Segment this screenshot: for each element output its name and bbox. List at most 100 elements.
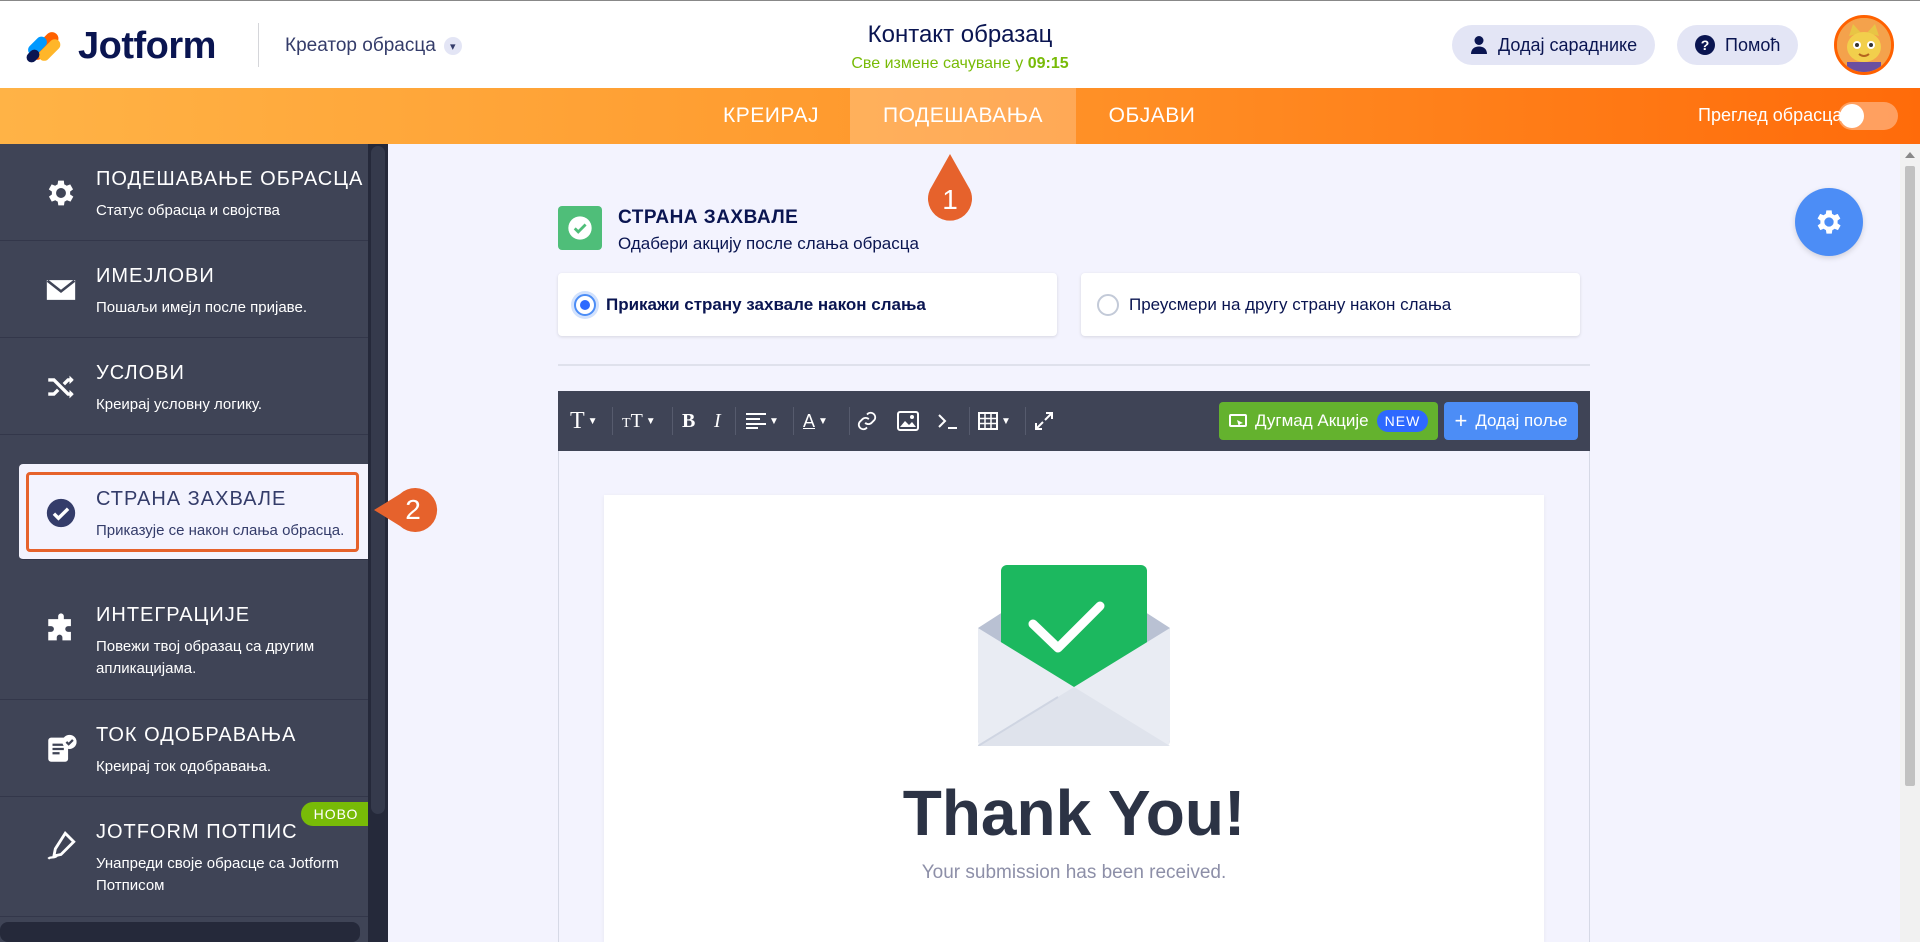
sidebar-item-title: ПОДЕШАВАЊЕ ОБРАСЦА (96, 168, 364, 190)
envelope-check-illustration (978, 565, 1170, 746)
jotform-logo[interactable]: Jotform (24, 25, 216, 68)
sidebar-scrollbar-thumb[interactable] (371, 146, 385, 814)
form-preview-label: Преглед обрасца (1698, 105, 1843, 125)
toolbar-separator (672, 407, 673, 435)
page-scrollbar-thumb[interactable] (1905, 166, 1915, 786)
cat-avatar-icon (1837, 18, 1891, 72)
page-scrollbar[interactable] (1900, 144, 1920, 942)
tab-create[interactable]: КРЕИРАЈ (710, 88, 832, 144)
form-creator-dropdown[interactable]: Креатор обрасца ▾ (285, 35, 462, 57)
chevron-down-icon: ▾ (443, 37, 462, 55)
add-field-label: Додај поље (1475, 411, 1568, 430)
callout-badge-1: 1 (942, 184, 958, 215)
caret-icon: ▼ (1001, 415, 1011, 427)
option-redirect-label: Преусмери на другу страну након слања (1129, 294, 1452, 314)
envelope-icon (46, 279, 76, 300)
font-size-icon: TT (622, 409, 643, 432)
toolbar-separator (969, 407, 970, 435)
new-badge: НОВО (301, 802, 371, 826)
logo-text: Jotform (78, 25, 216, 67)
thank-you-section-icon (558, 206, 602, 250)
sidebar-horizontal-scrollbar[interactable] (0, 922, 360, 942)
jotform-logo-icon (24, 27, 63, 67)
link-icon[interactable] (856, 408, 878, 434)
sidebar-item-title: ИНТЕГРАЦИЈЕ (96, 604, 251, 626)
sidebar-item-desc: Статус обрасца и својства (96, 202, 280, 219)
image-icon[interactable] (897, 408, 919, 434)
sidebar-item-title: УСЛОВИ (96, 362, 185, 384)
question-icon: ? (1695, 35, 1715, 55)
approval-icon (48, 734, 77, 762)
shuffle-icon (48, 375, 74, 399)
section-title: СТРАНА ЗАХВАЛЕ (618, 207, 799, 228)
action-button-icon (1229, 414, 1247, 427)
radio-selected[interactable] (574, 293, 596, 316)
radio-unselected[interactable] (1097, 293, 1119, 316)
sidebar-item-approval-flow[interactable]: ТОК ОДОБРАВАЊА Креирај ток одобравања. (0, 700, 368, 797)
bold-icon[interactable]: B (682, 408, 695, 434)
font-size-button[interactable]: TT ▼ (622, 408, 656, 434)
action-buttons-button[interactable]: Дугмад Акције NEW (1219, 402, 1439, 440)
avatar[interactable] (1834, 15, 1894, 75)
sidebar-item-integrations[interactable]: ИНТЕГРАЦИЈЕ Повежи твој образац са други… (0, 580, 368, 700)
settings-fab-button[interactable] (1795, 188, 1863, 256)
thank-you-message: Your submission has been received. (921, 862, 1227, 883)
option-redirect[interactable]: Преусмери на другу страну након слања (1081, 273, 1580, 336)
align-button[interactable]: ▼ (746, 408, 779, 434)
font-family-button[interactable]: T ▼ (570, 408, 598, 434)
caret-icon: ▼ (769, 415, 779, 427)
table-button[interactable]: ▼ (978, 408, 1011, 434)
sidebar-item-desc: Унапреди своје обрасце са Jotform Потпис… (96, 855, 339, 894)
scroll-up-arrow-icon[interactable] (1905, 152, 1915, 158)
top-header: Jotform Креатор обрасца ▾ Контакт образа… (0, 0, 1920, 88)
font-family-icon: T (570, 407, 585, 434)
sidebar-item-emails[interactable]: ИМЕЈЛОВИ Пошаљи имејл после пријаве. (0, 241, 368, 338)
align-left-icon (746, 413, 766, 429)
pen-icon (47, 830, 76, 860)
sidebar-item-title: JOTFORM ПОТПИС (96, 821, 298, 843)
tab-settings[interactable]: ПОДЕШАВАЊА (850, 88, 1076, 144)
option-show-label: Прикажи страну захвале након слања (606, 294, 926, 314)
caret-icon: ▼ (645, 415, 656, 427)
add-field-button[interactable]: + Додај поље (1444, 402, 1578, 440)
toolbar-separator (612, 407, 613, 435)
header-divider (258, 23, 259, 67)
sidebar-item-conditions[interactable]: УСЛОВИ Креирај условну логику. (0, 338, 368, 435)
help-button[interactable]: ? Помоћ (1677, 25, 1799, 65)
toolbar-separator (793, 407, 794, 435)
help-label: Помоћ (1725, 34, 1781, 55)
gear-icon (1817, 210, 1841, 234)
section-subtitle: Одабери акцију после слања обрасца (618, 234, 919, 253)
toggle-knob (1840, 104, 1864, 128)
italic-icon[interactable]: I (714, 408, 721, 434)
fullscreen-icon[interactable] (1034, 408, 1054, 434)
callout-badge-2: 2 (405, 494, 421, 525)
sidebar-item-desc: Пошаљи имејл после пријаве. (96, 299, 307, 316)
text-color-icon: A (803, 410, 816, 431)
save-status-time: 09:15 (1027, 55, 1069, 72)
toolbar-separator (735, 407, 736, 435)
thank-you-heading: Thank You! (902, 777, 1246, 849)
tab-publish[interactable]: ОБЈАВИ (1094, 88, 1210, 144)
puzzle-icon (48, 613, 71, 641)
action-buttons-label: Дугмад Акције (1255, 411, 1369, 430)
thank-you-highlight (26, 472, 359, 552)
sidebar-item-desc: Креирај ток одобравања. (96, 758, 271, 775)
option-show-thank-you[interactable]: Прикажи страну захвале након слања (558, 273, 1057, 336)
gear-icon (48, 180, 74, 206)
sidebar-item-form-settings[interactable]: ПОДЕШАВАЊЕ ОБРАСЦА Статус обрасца и свој… (0, 144, 368, 241)
plus-icon: + (1454, 408, 1468, 433)
form-preview-toggle[interactable] (1838, 102, 1898, 130)
add-collaborators-label: Додај сараднике (1498, 34, 1638, 55)
creator-label: Креатор обрасца (285, 35, 436, 56)
new-pill: NEW (1376, 410, 1429, 432)
check-circle-icon (568, 216, 592, 240)
text-color-button[interactable]: A ▼ (803, 408, 828, 434)
toolbar-separator (849, 407, 850, 435)
add-collaborators-button[interactable]: Додај сараднике (1452, 25, 1656, 65)
svg-text:?: ? (1701, 37, 1710, 53)
main-nav: КРЕИРАЈ ПОДЕШАВАЊА ОБЈАВИ Преглед обрасц… (0, 88, 1920, 144)
caret-icon: ▼ (587, 415, 598, 427)
user-icon (1471, 36, 1487, 54)
terminal-icon[interactable] (937, 408, 959, 434)
